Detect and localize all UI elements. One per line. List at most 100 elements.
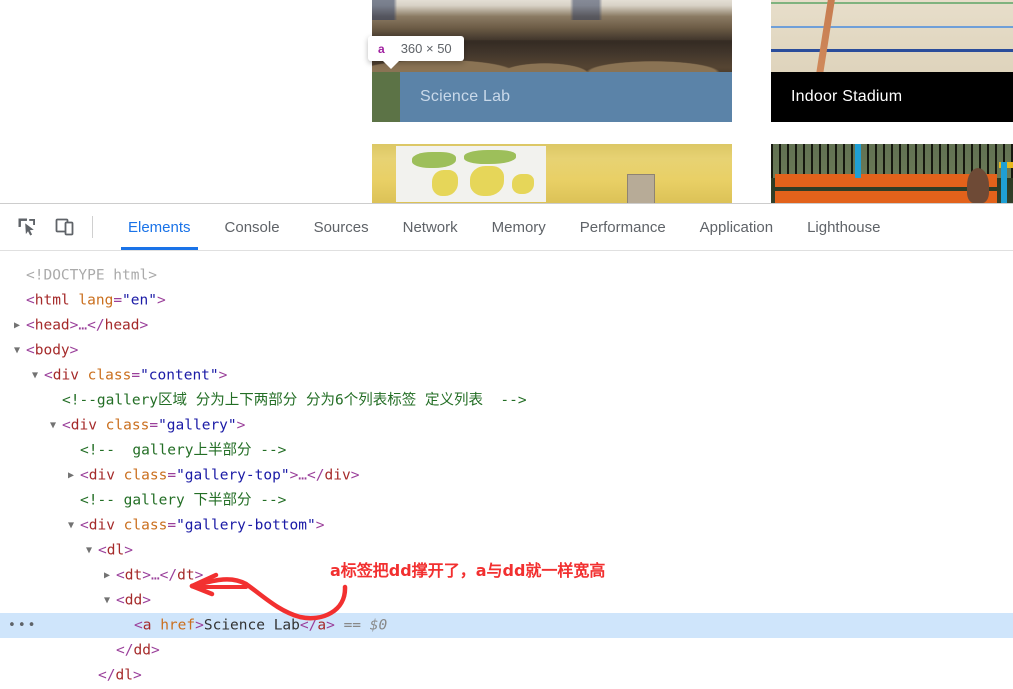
- inspector-tooltip-dimensions: 360 × 50: [400, 41, 452, 56]
- dom-tree-row[interactable]: ▼ <div class="content">: [0, 363, 1013, 388]
- code-token-tag: head: [104, 317, 140, 334]
- code-token-punct: >: [194, 567, 204, 584]
- code-token-attr: class: [87, 367, 132, 384]
- code-token-punct: <: [80, 517, 89, 534]
- chevron-down-icon[interactable]: ▼: [50, 413, 62, 438]
- tab-application[interactable]: Application: [683, 204, 790, 250]
- row-more-icon[interactable]: •••: [8, 613, 37, 638]
- code-token-attr: class: [123, 517, 168, 534]
- dom-tree-row[interactable]: </dl>: [0, 663, 1013, 688]
- gallery-card-playground[interactable]: [771, 144, 1013, 203]
- code-token-tag: head: [34, 317, 70, 334]
- code-token-punct: =: [167, 517, 177, 534]
- device-toolbar-icon[interactable]: [54, 216, 76, 238]
- code-token-tag: html: [34, 292, 70, 309]
- toolbar-divider: [92, 216, 93, 238]
- inspect-element-icon[interactable]: [16, 216, 38, 238]
- tooltip-pointer-icon: [382, 60, 400, 69]
- tab-network[interactable]: Network: [386, 204, 475, 250]
- code-token-val: "gallery-top": [176, 467, 290, 484]
- code-token-punct: =: [149, 417, 159, 434]
- tab-console-label: Console: [224, 218, 280, 236]
- code-token-ell: …: [150, 567, 160, 584]
- chevron-down-icon[interactable]: ▼: [14, 338, 26, 363]
- code-token-punct: <: [98, 542, 107, 559]
- code-token-punct: >: [142, 592, 151, 609]
- chevron-down-icon[interactable]: ▼: [104, 588, 116, 613]
- code-token-punct: </: [116, 642, 134, 659]
- code-token-val: "gallery-bottom": [176, 517, 316, 534]
- tab-console[interactable]: Console: [208, 204, 297, 250]
- tab-elements-label: Elements: [128, 218, 191, 236]
- chevron-right-icon[interactable]: ▶: [14, 313, 26, 338]
- code-token-tag: a: [317, 617, 327, 634]
- tab-memory[interactable]: Memory: [475, 204, 563, 250]
- code-token-punct: >: [132, 667, 142, 684]
- highlight-content-box: Science Lab: [400, 72, 732, 122]
- code-token-punct: >: [315, 517, 325, 534]
- tab-sources[interactable]: Sources: [297, 204, 386, 250]
- chevron-down-icon[interactable]: ▼: [32, 363, 44, 388]
- gallery-card-science-lab[interactable]: Science Lab: [372, 0, 732, 122]
- dom-tree-row[interactable]: ▶ <head>…</head>: [0, 313, 1013, 338]
- dom-tree-row[interactable]: ▶ <div class="gallery-top">…</div>: [0, 463, 1013, 488]
- code-token-punct: </: [307, 467, 325, 484]
- dom-tree-row[interactable]: ▼ <div class="gallery">: [0, 413, 1013, 438]
- dom-tree-row[interactable]: <!DOCTYPE html>: [0, 263, 1013, 288]
- gallery-card-classroom-map[interactable]: [372, 144, 732, 203]
- tab-performance[interactable]: Performance: [563, 204, 683, 250]
- code-token-punct: <: [26, 292, 35, 309]
- dom-tree-row[interactable]: </dd>: [0, 638, 1013, 663]
- caption-bar-indoor-stadium: Indoor Stadium: [771, 72, 1013, 122]
- chevron-right-icon[interactable]: ▶: [104, 563, 116, 588]
- code-token-punct: >: [236, 417, 246, 434]
- tab-elements[interactable]: Elements: [111, 204, 208, 250]
- elements-dom-tree[interactable]: <!DOCTYPE html> <html lang="en"> ▶ <head>……: [0, 251, 1013, 688]
- code-token-val: "en": [122, 292, 157, 309]
- gallery-card-indoor-stadium[interactable]: Indoor Stadium: [771, 0, 1013, 122]
- code-token-tag: div: [324, 467, 351, 484]
- code-token-punct: <: [134, 617, 143, 634]
- code-token-tag: body: [34, 342, 70, 359]
- dom-tree-row[interactable]: ▼ <body>: [0, 338, 1013, 363]
- code-token-tag: dt: [177, 567, 195, 584]
- devtools-tab-bar: Elements Console Sources Network Memory …: [111, 204, 897, 250]
- code-token-punct: <: [116, 567, 125, 584]
- code-token-attr: lang: [78, 292, 114, 309]
- dom-tree-row[interactable]: <!-- gallery 下半部分 -->: [0, 488, 1013, 513]
- code-token-cmt: <!--gallery区域 分为上下两部分 分为6个列表标签 定义列表 -->: [62, 392, 527, 409]
- code-token-punct: <: [62, 417, 71, 434]
- code-token-punct: =: [167, 467, 177, 484]
- code-token-doctype: <!DOCTYPE html>: [26, 267, 157, 284]
- code-token-punct: >: [156, 292, 166, 309]
- code-token-attr: href: [160, 617, 196, 634]
- code-token-punct: <: [44, 367, 53, 384]
- code-token-eq: == $0: [343, 617, 388, 634]
- code-token-punct: >: [326, 617, 335, 634]
- world-map-classroom-photo: [372, 144, 732, 203]
- code-token-tag: div: [88, 517, 115, 534]
- dom-tree-row[interactable]: <!--gallery区域 分为上下两部分 分为6个列表标签 定义列表 -->: [0, 388, 1013, 413]
- chevron-down-icon[interactable]: ▼: [68, 513, 80, 538]
- code-token-cmt: <!-- gallery 下半部分 -->: [80, 492, 287, 509]
- code-token-punct: >: [139, 317, 149, 334]
- twisty-placeholder-icon: [68, 438, 80, 463]
- tab-lighthouse[interactable]: Lighthouse: [790, 204, 897, 250]
- inspector-tooltip-tag: a: [378, 41, 385, 56]
- tab-network-label: Network: [402, 218, 458, 236]
- dom-tree-row-selected[interactable]: ••• <a href>Science Lab</a> == $0: [0, 613, 1013, 638]
- tab-lighthouse-label: Lighthouse: [807, 218, 881, 236]
- tab-performance-label: Performance: [579, 218, 666, 236]
- dom-tree-row[interactable]: ▼ <div class="gallery-bottom">: [0, 513, 1013, 538]
- dom-tree-row[interactable]: <html lang="en">: [0, 288, 1013, 313]
- code-token-attr: class: [105, 417, 150, 434]
- code-token-val: "gallery": [158, 417, 237, 434]
- dom-tree-row[interactable]: ▼ <dd>: [0, 588, 1013, 613]
- code-token-txt: Science Lab: [203, 617, 300, 634]
- devtools-toolbar: Elements Console Sources Network Memory …: [0, 204, 1013, 251]
- twisty-placeholder-icon: [14, 263, 26, 288]
- chevron-down-icon[interactable]: ▼: [86, 538, 98, 563]
- dom-tree-row[interactable]: <!-- gallery上半部分 -->: [0, 438, 1013, 463]
- chevron-right-icon[interactable]: ▶: [68, 463, 80, 488]
- card-title-science-lab: Science Lab: [420, 88, 511, 105]
